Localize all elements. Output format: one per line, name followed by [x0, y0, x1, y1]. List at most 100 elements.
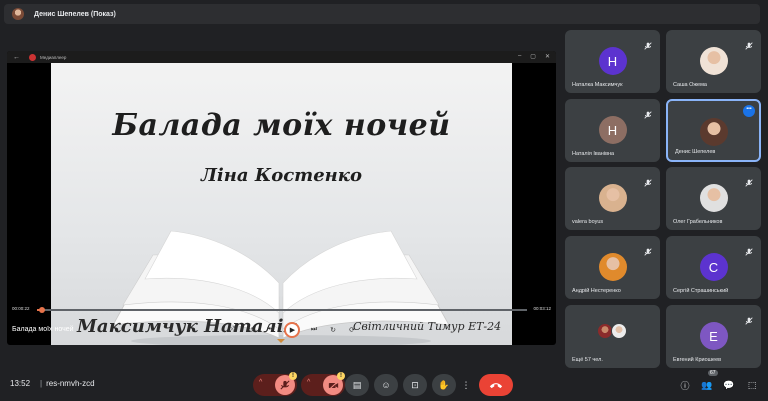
participant-tile[interactable]: Ещё 57 чел. [565, 305, 660, 368]
slide-author: Ліна Костенко [201, 165, 362, 186]
captions-icon: ▤ [352, 379, 362, 390]
participant-name: Наталка Максимчук [572, 82, 623, 88]
activities-icon: ⬚ [747, 379, 757, 390]
participant-tile[interactable]: Н Наталка Максимчук [565, 30, 660, 93]
repeat-icon[interactable]: ⟳ [347, 325, 357, 335]
more-vertical-icon: ⋮ [461, 379, 471, 390]
participant-tile[interactable]: ••• Денис Шепелев [666, 99, 761, 162]
window-controls: – ▢ ✕ [518, 53, 550, 60]
info-icon: ⓘ [680, 380, 690, 391]
shuffle-icon[interactable]: ⤨ [227, 325, 237, 335]
avatar: Н [598, 116, 627, 144]
chevron-up-icon[interactable]: ^ [259, 379, 262, 386]
slide-title: Балада моїх ночей [112, 108, 451, 143]
participant-name: Наталія Іванівна [572, 151, 615, 157]
mic-off-icon [745, 37, 753, 50]
avatar [699, 47, 728, 75]
presenter-title: Денис Шепелев (Показ) [34, 10, 116, 18]
mic-off-icon [745, 174, 753, 187]
participant-tile[interactable]: Андрій Нестеренко [565, 236, 660, 299]
close-icon[interactable]: ✕ [545, 53, 550, 60]
meeting-code: | res-nmvh-zcd [40, 379, 95, 388]
participant-name: Сергій Страшинський [673, 288, 729, 294]
bottom-separator: | [40, 379, 43, 388]
mic-off-icon [644, 243, 652, 256]
chevron-up-icon[interactable]: ^ [307, 379, 310, 386]
forward-icon[interactable]: ↻ [328, 325, 338, 335]
mic-off-icon [644, 106, 652, 119]
avatar [598, 253, 627, 281]
media-player-app-name: Медиаплеер [40, 54, 67, 60]
camera-warning-badge: ! [337, 372, 345, 380]
microphone-control: ^ ! [253, 372, 297, 396]
participant-tile[interactable]: Е Евгений Криошеев [666, 305, 761, 368]
participant-count-badge: 67 [708, 370, 718, 376]
time-current: 00:00:22 [12, 306, 30, 311]
more-horizontal-icon[interactable]: ••• [743, 105, 755, 117]
mic-warning-badge: ! [289, 372, 297, 380]
presenter-bar: Денис Шепелев (Показ) [4, 4, 760, 24]
participant-tile[interactable]: С Сергій Страшинський [666, 236, 761, 299]
media-player-titlebar: ← Медиаплеер – ▢ ✕ [7, 51, 556, 63]
slide: Балада моїх ночей Ліна Костенко [51, 63, 512, 345]
play-button[interactable]: ▶ [284, 322, 300, 338]
participant-name: valera boyus [572, 219, 604, 225]
participant-tile[interactable]: valera boyus [565, 167, 660, 230]
replay-icon[interactable]: ↺ [246, 325, 256, 335]
raise-hand-button[interactable]: ✋ [432, 374, 456, 396]
camera-off-icon [327, 380, 339, 390]
participant-name: Олег Грабельников [673, 219, 723, 225]
participant-name: Саша Ожема [673, 82, 707, 88]
clock: 13:52 [10, 379, 31, 388]
seek-bar-handle[interactable] [38, 307, 45, 313]
avatar: Н [598, 47, 627, 75]
meeting-info-button[interactable]: ⓘ [678, 378, 692, 392]
participant-name: Андрій Нестеренко [572, 288, 621, 294]
more-participants-avatars [596, 321, 629, 343]
video-title: Балада моїх ночей [12, 326, 74, 333]
hang-up-icon [489, 382, 503, 388]
mic-off-icon [745, 243, 753, 256]
leave-call-button[interactable] [479, 374, 513, 396]
avatar: С [699, 253, 728, 281]
mic-off-icon [745, 312, 753, 325]
people-icon: 👥 [701, 379, 713, 390]
time-total: 00:03:12 [533, 306, 551, 311]
hand-icon: ✋ [438, 379, 450, 390]
media-player-app-icon [29, 53, 36, 61]
participant-name: Денис Шепелев [675, 149, 716, 155]
chat-icon: 💬 [723, 379, 735, 390]
camera-control: ^ ! [301, 372, 345, 396]
playback-controls: ⤨ ↺ ⏮ ▶ ⏭ ↻ ⟳ [227, 322, 357, 338]
avatar [598, 184, 627, 212]
participant-tile[interactable]: Олег Грабельников [666, 167, 761, 230]
participant-name: Ещё 57 чел. [572, 357, 603, 363]
minimize-icon[interactable]: – [518, 53, 521, 60]
emoji-icon: ☺ [381, 380, 391, 390]
participant-tile[interactable]: Саша Ожема [666, 30, 761, 93]
meeting-code-text: res-nmvh-zcd [46, 379, 95, 388]
presenter-avatar [12, 8, 24, 20]
reactions-button[interactable]: ☺ [374, 374, 398, 396]
present-button[interactable]: ⊡ [403, 374, 427, 396]
presentation-stage: ← Медиаплеер – ▢ ✕ Балада моїх ночей Лін… [7, 51, 556, 345]
mic-off-icon [280, 380, 290, 390]
participant-tile[interactable]: Н Наталія Іванівна [565, 99, 660, 162]
mic-off-icon [644, 174, 652, 187]
mic-off-icon [644, 37, 652, 50]
next-icon[interactable]: ⏭ [309, 325, 319, 335]
chat-button[interactable]: 💬 [722, 378, 736, 392]
avatar [610, 323, 627, 339]
avatar: Е [699, 322, 728, 350]
back-arrow-icon[interactable]: ← [13, 54, 23, 61]
maximize-icon[interactable]: ▢ [530, 53, 536, 60]
more-options-button[interactable]: ⋮ [458, 374, 474, 396]
present-screen-icon: ⊡ [411, 379, 419, 390]
activities-button[interactable]: ⬚ [745, 378, 759, 392]
previous-icon[interactable]: ⏮ [265, 325, 275, 335]
people-button[interactable]: 👥 [700, 378, 714, 392]
captions-button[interactable]: ▤ [345, 374, 369, 396]
seek-bar[interactable] [37, 307, 527, 313]
participant-name: Евгений Криошеев [673, 357, 722, 363]
slide-caption-right: Світличний Тимур ЕТ-24 [353, 320, 502, 333]
